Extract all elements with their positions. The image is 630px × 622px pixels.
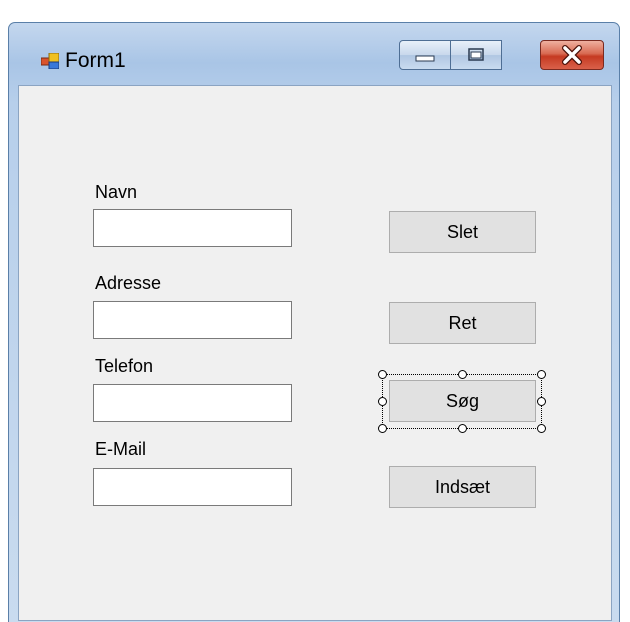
form-app-icon <box>41 53 59 69</box>
adresse-label: Adresse <box>95 273 162 293</box>
adresse-textbox[interactable] <box>93 301 292 339</box>
resize-handle-left[interactable] <box>378 397 387 406</box>
email-label: E-Mail <box>95 439 147 459</box>
ret-button[interactable]: Ret <box>389 302 536 344</box>
window-title: Form1 <box>65 49 126 72</box>
form-client-area <box>18 85 612 621</box>
resize-handle-top[interactable] <box>458 370 467 379</box>
telefon-label: Telefon <box>95 356 154 376</box>
resize-handle-right[interactable] <box>537 397 546 406</box>
close-icon <box>562 45 582 65</box>
resize-handle-bottom[interactable] <box>458 424 467 433</box>
resize-handle-top-right[interactable] <box>537 370 546 379</box>
maximize-button[interactable] <box>450 40 502 70</box>
telefon-textbox[interactable] <box>93 384 292 422</box>
title-bar[interactable]: Form1 <box>9 23 619 85</box>
designer-selection-frame <box>378 370 546 433</box>
minimize-button[interactable] <box>399 40 451 70</box>
resize-handle-top-left[interactable] <box>378 370 387 379</box>
resize-handle-bottom-right[interactable] <box>537 424 546 433</box>
slet-button[interactable]: Slet <box>389 211 536 253</box>
navn-label: Navn <box>95 182 138 202</box>
navn-textbox[interactable] <box>93 209 292 247</box>
maximize-icon <box>468 48 484 61</box>
close-button[interactable] <box>540 40 604 70</box>
indsaet-button[interactable]: Indsæt <box>389 466 536 508</box>
resize-handle-bottom-left[interactable] <box>378 424 387 433</box>
email-textbox[interactable] <box>93 468 292 506</box>
minimize-icon <box>415 55 435 62</box>
